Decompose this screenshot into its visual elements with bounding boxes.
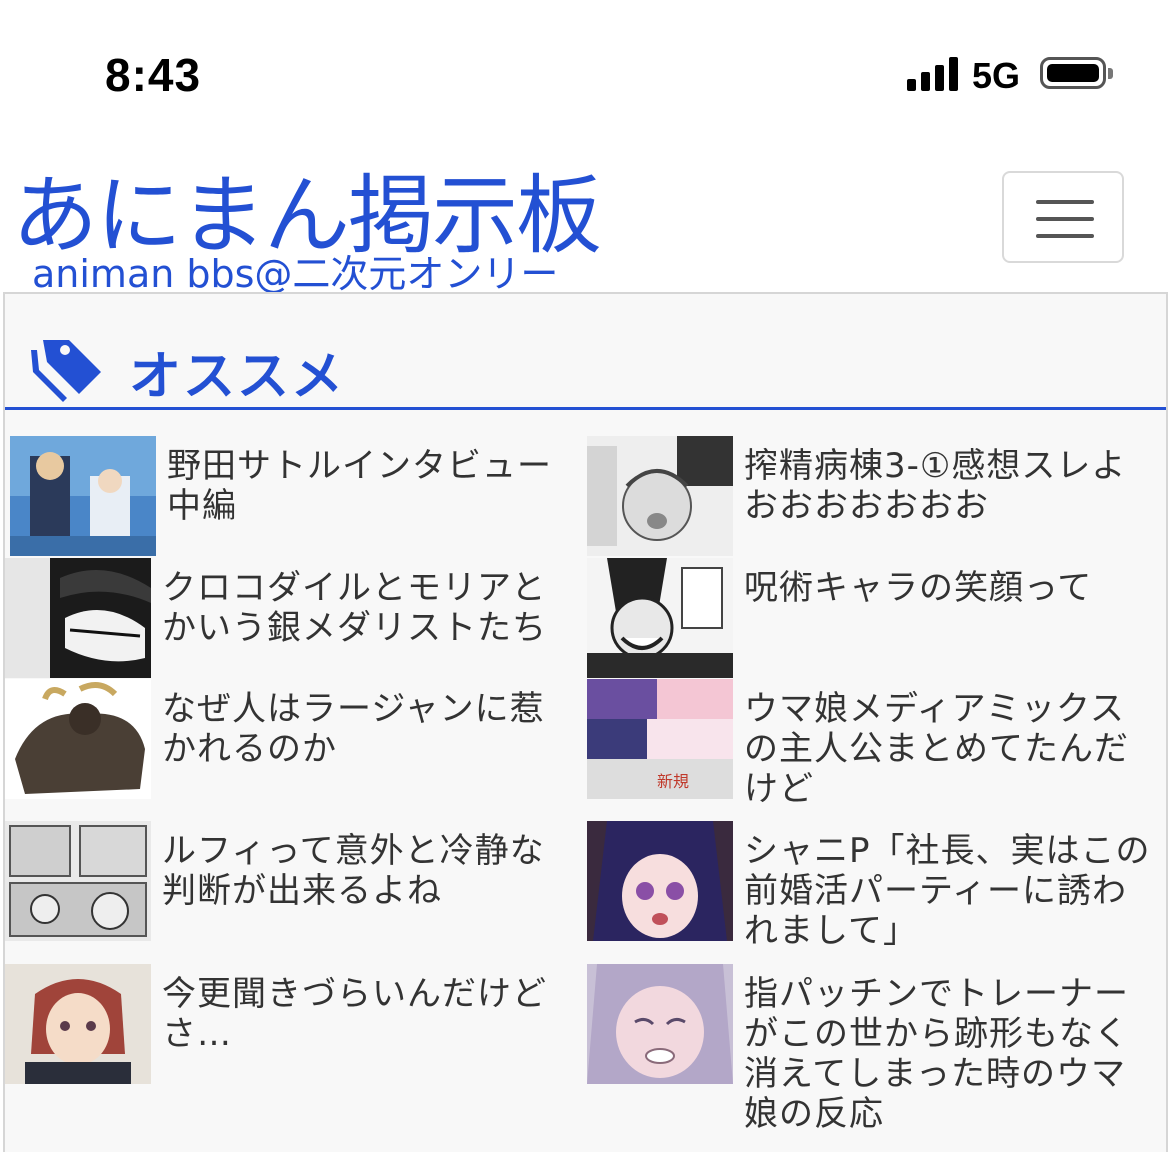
thumbnail-image[interactable] [5, 679, 151, 799]
battery-icon [1040, 57, 1113, 89]
thumbnail-image[interactable] [5, 964, 151, 1084]
item-title-link[interactable]: 搾精病棟3-①感想スレよおおおおおおお [744, 446, 1154, 526]
clock: 8:43 [105, 49, 202, 101]
site-logo-subtitle[interactable]: animan bbs@二次元オンリー [32, 243, 558, 298]
thumbnail-image[interactable] [587, 964, 733, 1084]
recommended-panel: オススメ 野田サトルインタビュー中編 搾精病棟3-①感想スレよおおおおおおお ク… [3, 292, 1168, 1152]
svg-text:新規: 新規 [657, 772, 689, 791]
thumbnail-image[interactable]: 新規 [587, 679, 733, 799]
thumbnail-image[interactable] [587, 821, 733, 941]
item-title-link[interactable]: 野田サトルインタビュー中編 [167, 446, 577, 526]
section-title: オススメ [129, 347, 346, 407]
item-title-link[interactable]: 指パッチンでトレーナーがこの世から跡形もなく消えてしまった時のウマ娘の反応 [744, 974, 1154, 1134]
hamburger-menu-button[interactable] [1002, 171, 1124, 263]
thumbnail-image[interactable] [587, 436, 733, 556]
item-title-link[interactable]: ウマ娘メディアミックスの主人公まとめてたんだけど [744, 689, 1154, 809]
item-title-link[interactable]: クロコダイルとモリアとかいう銀メダリストたち [162, 568, 572, 648]
item-title-link[interactable]: 今更聞きづらいんだけどさ… [162, 974, 572, 1054]
thumbnail-image[interactable] [10, 436, 156, 556]
thumbnail-image[interactable] [587, 558, 733, 678]
thumbnail-image[interactable] [5, 558, 151, 678]
item-title-link[interactable]: 呪術キャラの笑顔って [744, 568, 1154, 608]
thumbnail-image[interactable] [5, 821, 151, 941]
hamburger-menu-icon [1036, 200, 1094, 204]
tag-icon [31, 340, 101, 402]
network-type: 5G [972, 55, 1021, 96]
item-title-link[interactable]: なぜ人はラージャンに惹かれるのか [162, 689, 572, 769]
section-header: オススメ [5, 294, 1166, 410]
item-title-link[interactable]: ルフィって意外と冷静な判断が出来るよね [162, 831, 572, 911]
item-title-link[interactable]: シャニP「社長、実はこの前婚活パーティーに誘われまして」 [744, 831, 1154, 951]
site-header: あにまん掲示板 animan bbs@二次元オンリー [0, 145, 1170, 296]
status-bar: 8:43 5G [0, 0, 1170, 150]
signal-strength-icon [907, 57, 959, 91]
